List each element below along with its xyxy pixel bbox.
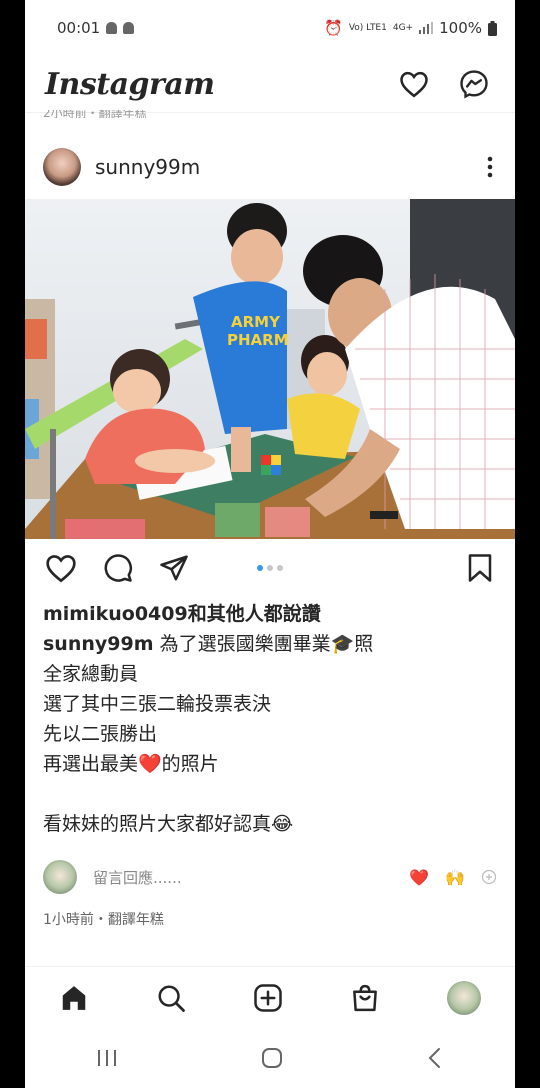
author-avatar[interactable]	[43, 148, 81, 186]
app-header: Instagram 2小時前・翻譯年糕	[25, 56, 515, 118]
carousel-indicator	[257, 565, 283, 571]
carousel-dot	[277, 565, 283, 571]
bottom-navigation	[25, 966, 515, 1029]
caption-line: 為了選張國樂團畢業🎓照	[159, 633, 374, 655]
post-caption: sunny99m 為了選張國樂團畢業🎓照 全家總動員 選了其中三張二輪投票表決 …	[25, 629, 515, 839]
status-bar: 00:01 ⏰ Vo) LTE1 4G+ 100%	[25, 0, 515, 56]
new-post-icon[interactable]	[253, 983, 283, 1013]
battery-percent: 100%	[439, 19, 482, 37]
clock: 00:01	[57, 19, 101, 37]
battery-icon	[488, 20, 497, 36]
post-photo[interactable]: ARMY PHARM	[25, 199, 515, 539]
shop-icon[interactable]	[350, 983, 380, 1013]
post-time-translate[interactable]: 1小時前・翻譯年糕	[25, 909, 515, 929]
likes-summary[interactable]: mimikuo0409和其他人都說讚	[25, 599, 515, 629]
heart-icon[interactable]	[399, 70, 429, 98]
caption-line: 看妹妹的照片大家都好認真😂	[43, 813, 294, 835]
recent-apps-icon[interactable]	[95, 1048, 119, 1068]
signal-icon	[419, 22, 434, 34]
more-options-icon[interactable]	[487, 156, 493, 178]
bookmark-icon[interactable]	[467, 553, 493, 583]
caption-line: 選了其中三張二輪投票表決	[43, 693, 272, 715]
carousel-dot	[267, 565, 273, 571]
comment-input-row: 留言回應...... ❤️ 🙌	[25, 851, 515, 903]
home-icon[interactable]	[59, 983, 89, 1013]
author-username[interactable]: sunny99m	[95, 155, 200, 179]
system-navigation	[25, 1028, 515, 1088]
quick-reaction-heart[interactable]: ❤️	[409, 868, 429, 887]
messenger-icon[interactable]	[459, 69, 489, 99]
android-notification-icon	[106, 22, 118, 34]
viewer-avatar	[43, 860, 77, 894]
share-icon[interactable]	[159, 553, 189, 583]
comment-icon[interactable]	[103, 553, 133, 583]
caption-line: 全家總動員	[43, 663, 139, 685]
alarm-icon: ⏰	[324, 19, 343, 37]
comment-input[interactable]: 留言回應......	[93, 867, 409, 888]
caption-line: 再選出最美❤️的照片	[43, 753, 219, 775]
quick-reaction-raised-hands[interactable]: 🙌	[445, 868, 465, 887]
home-button-icon[interactable]	[260, 1046, 284, 1070]
volte-indicator: Vo) LTE1	[348, 22, 387, 33]
add-reaction-icon[interactable]	[481, 869, 497, 885]
like-heart-icon[interactable]	[45, 553, 77, 583]
instagram-logo[interactable]: Instagram	[45, 67, 215, 102]
search-icon[interactable]	[156, 983, 186, 1013]
caption-username[interactable]: sunny99m	[43, 633, 154, 655]
svg-text:PHARM: PHARM	[227, 331, 289, 349]
network-type: 4G+	[392, 23, 414, 33]
carousel-dot	[257, 565, 263, 571]
caption-line: 先以二張勝出	[43, 723, 158, 745]
scrolled-caption-fragment: 2小時前・翻譯年糕	[43, 110, 147, 118]
instagram-screen: 00:01 ⏰ Vo) LTE1 4G+ 100% Instagram 2小時前…	[25, 0, 515, 1088]
post-header: sunny99m	[25, 135, 515, 199]
svg-text:ARMY: ARMY	[231, 313, 281, 331]
android-notification-icon	[123, 22, 135, 34]
back-icon[interactable]	[425, 1047, 445, 1069]
post-actions	[25, 539, 515, 597]
profile-avatar[interactable]	[447, 981, 482, 1015]
